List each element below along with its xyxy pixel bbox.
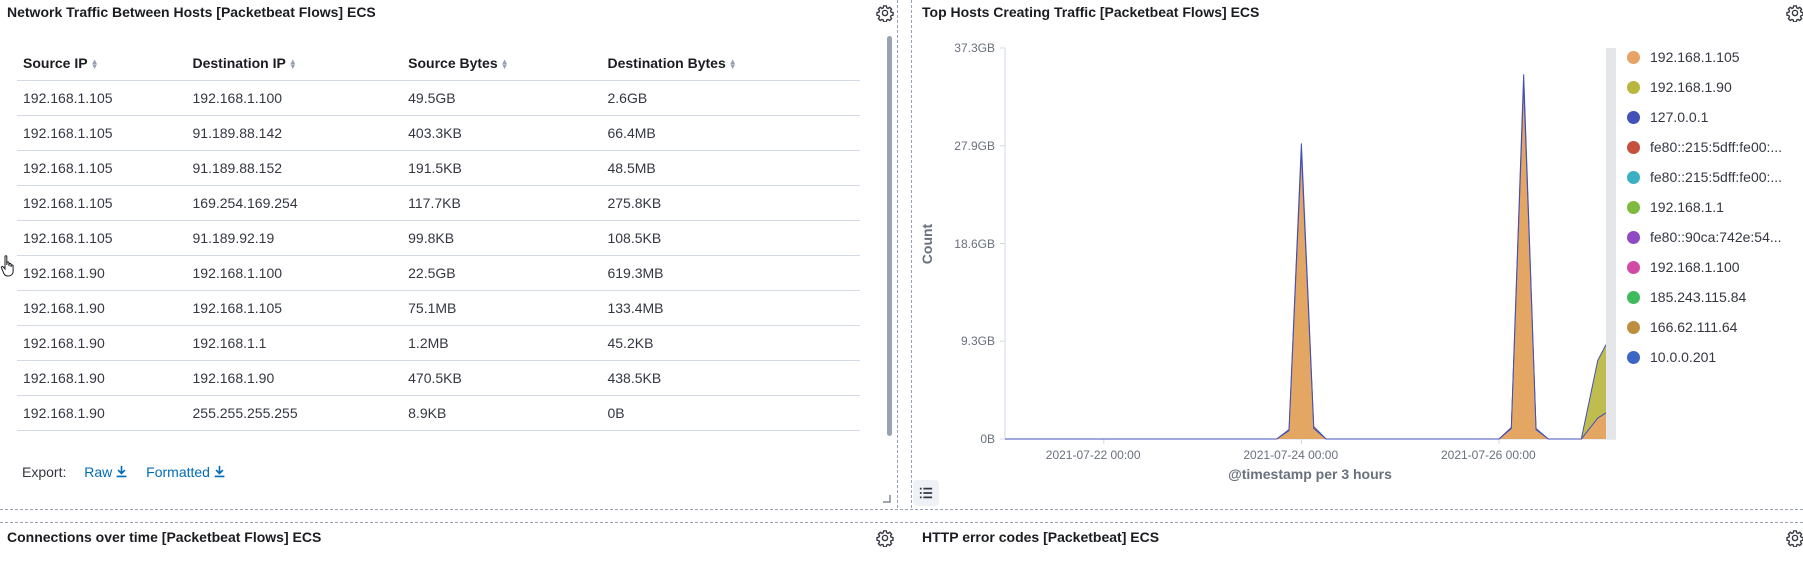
legend-label: 192.168.1.90 bbox=[1650, 79, 1732, 95]
legend-color-dot bbox=[1627, 260, 1640, 274]
y-tick-label: 27.9GB bbox=[954, 138, 995, 153]
y-tick-label: 9.3GB bbox=[960, 334, 995, 349]
legend-item[interactable]: 192.168.1.90 bbox=[1627, 72, 1782, 102]
legend-label: fe80::215:5dff:fe00:... bbox=[1650, 169, 1783, 185]
x-tick-label: 2021-07-26 00:00 bbox=[1440, 448, 1536, 462]
legend-label: 192.168.1.1 bbox=[1650, 199, 1724, 215]
legend-item[interactable]: fe80::215:5dff:fe00:... bbox=[1627, 132, 1782, 162]
legend-color-dot bbox=[1627, 50, 1640, 64]
x-tick-label: 2021-07-24 00:00 bbox=[1243, 448, 1339, 462]
legend-color-dot bbox=[1627, 110, 1640, 124]
legend-color-dot bbox=[1627, 350, 1640, 364]
legend-label: 192.168.1.105 bbox=[1650, 49, 1740, 65]
legend-label: 166.62.111.64 bbox=[1650, 319, 1738, 335]
panel-title: HTTP error codes [Packetbeat] ECS bbox=[922, 529, 1160, 545]
y-axis-label: Count bbox=[919, 223, 935, 264]
legend-item[interactable]: 192.168.1.105 bbox=[1627, 42, 1782, 72]
x-tick-label: 2021-07-22 00:00 bbox=[1045, 448, 1141, 462]
legend-item[interactable]: fe80::215:5dff:fe00:... bbox=[1627, 162, 1782, 192]
panel-options-gear-icon[interactable] bbox=[873, 526, 897, 550]
legend-color-dot bbox=[1627, 80, 1640, 94]
legend-item[interactable]: 185.243.115.84 bbox=[1627, 282, 1782, 312]
hand-cursor-icon bbox=[0, 255, 14, 277]
x-axis-label: @timestamp per 3 hours bbox=[1228, 466, 1392, 482]
legend-item[interactable]: 10.0.0.201 bbox=[1627, 342, 1782, 372]
chart-legend: 192.168.1.105192.168.1.90127.0.0.1fe80::… bbox=[1627, 42, 1782, 372]
legend-item[interactable]: 127.0.0.1 bbox=[1627, 102, 1782, 132]
y-tick-label: 18.6GB bbox=[954, 236, 995, 251]
legend-label: fe80::90ca:742e:54... bbox=[1650, 229, 1782, 245]
legend-label: fe80::215:5dff:fe00:... bbox=[1650, 139, 1783, 155]
http-errors-panel: HTTP error codes [Packetbeat] ECS bbox=[912, 523, 1803, 561]
legend-item[interactable]: 166.62.111.64 bbox=[1627, 312, 1782, 342]
legend-color-dot bbox=[1627, 320, 1640, 334]
list-icon bbox=[919, 487, 933, 499]
legend-label: 127.0.0.1 bbox=[1650, 109, 1709, 125]
series-area bbox=[1005, 82, 1606, 439]
panel-options-gear-icon[interactable] bbox=[1783, 526, 1803, 550]
legend-item[interactable]: 192.168.1.1 bbox=[1627, 192, 1782, 222]
legend-color-dot bbox=[1627, 290, 1640, 304]
legend-item[interactable]: 192.168.1.100 bbox=[1627, 252, 1782, 282]
legend-color-dot bbox=[1627, 140, 1640, 154]
panel-divider-horizontal bbox=[0, 509, 1803, 510]
legend-toggle-button[interactable] bbox=[913, 480, 939, 506]
legend-color-dot bbox=[1627, 170, 1640, 184]
y-tick-label: 0B bbox=[980, 432, 995, 446]
panel-title: Connections over time [Packetbeat Flows]… bbox=[7, 529, 322, 545]
legend-item[interactable]: fe80::90ca:742e:54... bbox=[1627, 222, 1782, 252]
legend-label: 10.0.0.201 bbox=[1650, 349, 1717, 365]
y-tick-label: 37.3GB bbox=[954, 41, 995, 55]
area-chart: Count @timestamp per 3 hours bbox=[919, 47, 1616, 482]
legend-label: 185.243.115.84 bbox=[1650, 289, 1747, 305]
legend-label: 192.168.1.100 bbox=[1650, 259, 1740, 275]
connections-panel: Connections over time [Packetbeat Flows]… bbox=[0, 523, 897, 561]
legend-color-dot bbox=[1627, 230, 1640, 244]
legend-color-dot bbox=[1627, 200, 1640, 214]
chart-hover-band bbox=[1606, 48, 1616, 439]
